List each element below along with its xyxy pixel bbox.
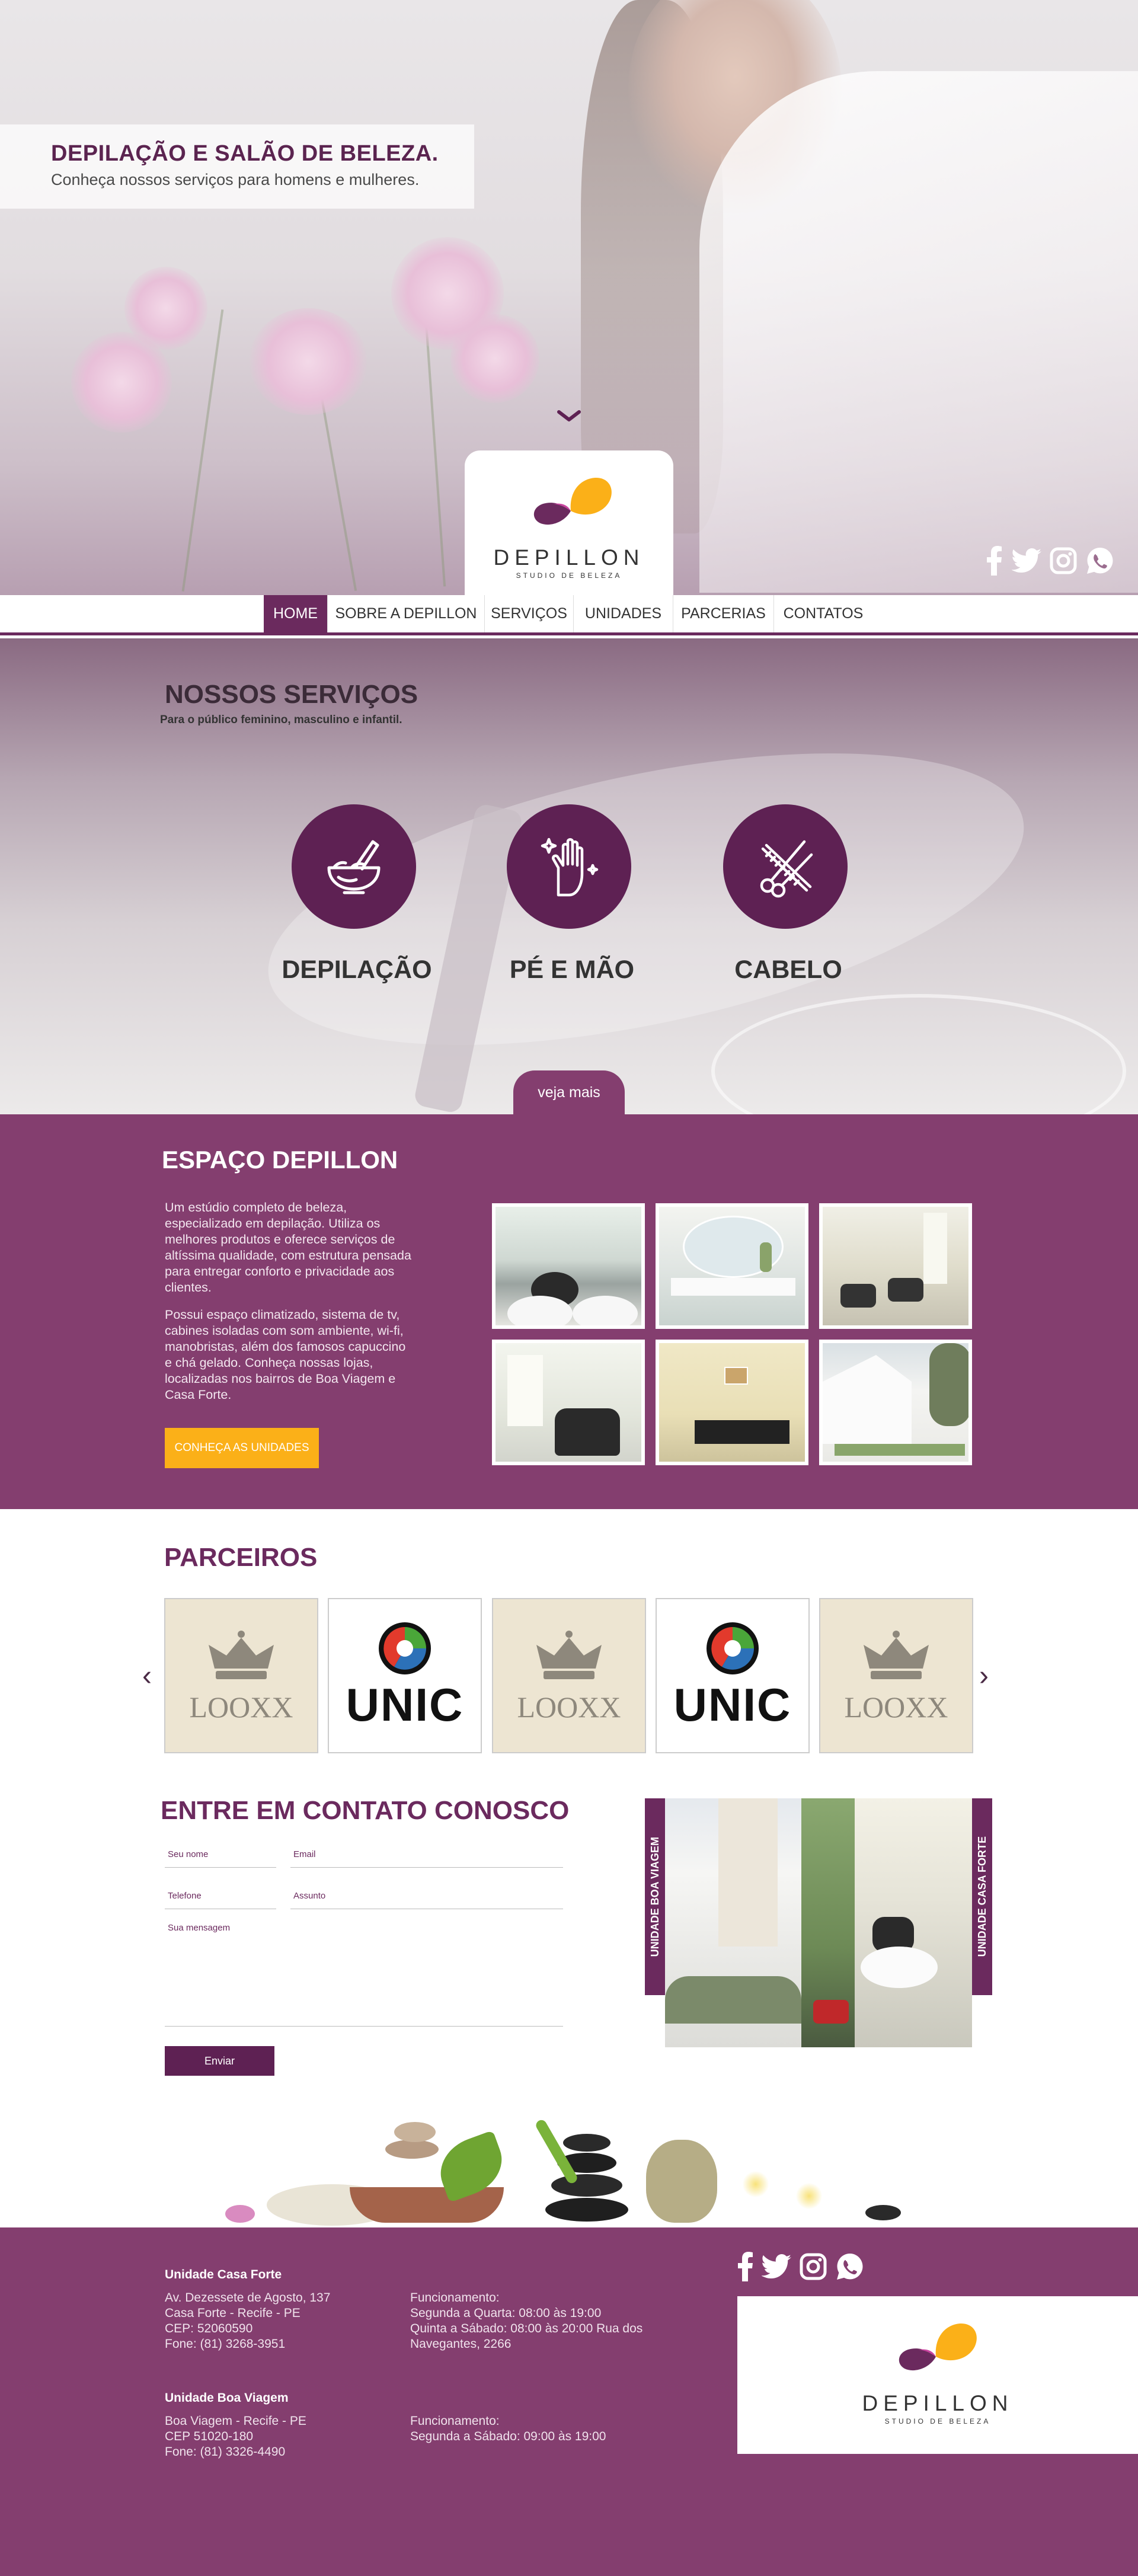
footer-boa-viagem-title: Unidade Boa Viagem [165, 2391, 289, 2405]
footer-casa-forte-title: Unidade Casa Forte [165, 2268, 282, 2281]
facebook-icon[interactable] [730, 2251, 761, 2282]
nav-item-contatos[interactable]: CONTATOS [774, 595, 872, 632]
partner-logo-unic[interactable]: UNIC [656, 1598, 810, 1753]
twitter-icon[interactable] [761, 2251, 792, 2282]
unic-logo-icon [707, 1622, 759, 1674]
phone-field[interactable]: Telefone [168, 1891, 202, 1901]
carousel-prev-button[interactable]: ‹ [142, 1660, 152, 1692]
partner-logo-looxx[interactable]: LOOXX [819, 1598, 973, 1753]
bowl-background [711, 994, 1126, 1114]
flower-blossom [124, 267, 207, 350]
whatsapp-icon[interactable] [835, 2251, 865, 2282]
service-pe-e-mao-button[interactable] [507, 804, 631, 929]
flower-stem [181, 309, 224, 592]
partner-name: LOOXX [517, 1690, 621, 1724]
send-button[interactable]: Enviar [165, 2046, 274, 2076]
carousel-next-button[interactable]: › [979, 1660, 989, 1692]
instagram-icon[interactable] [1048, 545, 1079, 576]
flower-blossom [450, 314, 539, 403]
unit-tab-label: UNIDADE CASA FORTE [976, 1836, 988, 1957]
email-field[interactable]: Email [293, 1849, 316, 1859]
service-label-depilacao: DEPILAÇÃO [282, 955, 432, 984]
spa-decoration [213, 2116, 925, 2229]
services-title: NOSSOS SERVIÇOS [165, 680, 418, 709]
boa-viagem-photo[interactable] [665, 1798, 801, 2047]
hero-caption-box [0, 124, 474, 209]
nav-item-home[interactable]: HOME [264, 595, 328, 632]
gallery-photo[interactable] [819, 1340, 972, 1465]
footer-brand-logo[interactable]: DEPILLON STUDIO DE BELEZA [737, 2296, 1138, 2454]
veja-mais-button[interactable]: veja mais [513, 1070, 625, 1114]
service-depilacao-button[interactable] [292, 804, 416, 929]
crown-icon [209, 1631, 274, 1679]
hero-title: DEPILAÇÃO E SALÃO DE BELEZA. [51, 141, 439, 166]
wax-bowl-icon [327, 840, 381, 894]
brand-name: DEPILLON [862, 2391, 1014, 2415]
unic-logo-icon [379, 1622, 431, 1674]
facebook-icon[interactable] [979, 545, 1010, 576]
main-navigation: HOME SOBRE A DEPILLON SERVIÇOS UNIDADES … [0, 595, 1138, 635]
gallery-photo[interactable] [819, 1203, 972, 1329]
brand-tagline: STUDIO DE BELEZA [516, 571, 622, 580]
gallery-photo[interactable] [656, 1340, 808, 1465]
partner-logo-unic[interactable]: UNIC [328, 1598, 482, 1753]
gallery-photo[interactable] [492, 1340, 645, 1465]
chevron-down-icon[interactable] [557, 409, 581, 423]
services-subtitle: Para o público feminino, masculino e inf… [160, 714, 402, 726]
unit-tab-boa-viagem[interactable]: UNIDADE BOA VIAGEM [645, 1798, 665, 1995]
gallery-photo[interactable] [656, 1203, 808, 1329]
espaco-title: ESPAÇO DEPILLON [162, 1146, 398, 1174]
scissors-comb-icon [760, 840, 813, 898]
crown-icon [864, 1631, 929, 1679]
message-field-underline [165, 2026, 563, 2027]
crown-icon [536, 1631, 602, 1679]
conheca-unidades-button[interactable]: CONHEÇA AS UNIDADES [165, 1428, 319, 1468]
casa-forte-photo[interactable] [855, 1798, 972, 2047]
brand-tagline: STUDIO DE BELEZA [884, 2417, 991, 2425]
partner-logo-looxx[interactable]: LOOXX [492, 1598, 646, 1753]
espaco-paragraph-1: Um estúdio completo de beleza, especiali… [165, 1200, 411, 1295]
name-field[interactable]: Seu nome [168, 1849, 208, 1859]
hero-banner: DEPILAÇÃO E SALÃO DE BELEZA. Conheça nos… [0, 0, 1138, 595]
footer-boa-viagem-hours: Funcionamento: Segunda a Sábado: 09:00 à… [410, 2414, 606, 2443]
service-label-pe-e-mao: PÉ E MÃO [509, 955, 635, 984]
nav-item-sobre[interactable]: SOBRE A DEPILLON [328, 595, 485, 632]
email-field-underline [290, 1867, 563, 1868]
subject-field[interactable]: Assunto [293, 1891, 325, 1901]
brand-logo-mark [533, 477, 612, 525]
hero-model-shirt [699, 71, 1138, 593]
service-label-cabelo: CABELO [734, 955, 842, 984]
partner-name: UNIC [673, 1678, 792, 1731]
nav-item-servicos[interactable]: SERVIÇOS [485, 595, 574, 632]
street-photo [801, 1798, 855, 2047]
name-field-underline [165, 1867, 276, 1868]
brand-logo[interactable]: DEPILLON STUDIO DE BELEZA [465, 450, 673, 595]
espaco-paragraph-2: Possui espaço climatizado, sistema de tv… [165, 1308, 406, 1402]
partners-title: PARCEIROS [164, 1543, 318, 1572]
brand-logo-mark [899, 2323, 977, 2371]
hero-subtitle: Conheça nossos serviços para homens e mu… [51, 171, 420, 188]
brand-name: DEPILLON [493, 545, 645, 570]
footer-boa-viagem-address: Boa Viagem - Recife - PE CEP 51020-180 F… [165, 2414, 306, 2459]
flower-blossom [249, 308, 367, 415]
partner-logo-looxx[interactable]: LOOXX [164, 1598, 318, 1753]
contact-title: ENTRE EM CONTATO CONOSCO [161, 1796, 570, 1825]
partner-name: UNIC [346, 1678, 464, 1731]
unit-tab-casa-forte[interactable]: UNIDADE CASA FORTE [972, 1798, 992, 1995]
partner-name: LOOXX [189, 1690, 293, 1724]
service-cabelo-button[interactable] [723, 804, 848, 929]
nav-item-parcerias[interactable]: PARCERIAS [673, 595, 774, 632]
nav-item-unidades[interactable]: UNIDADES [574, 595, 673, 632]
instagram-icon[interactable] [798, 2251, 829, 2282]
message-field[interactable]: Sua mensagem [168, 1923, 230, 1933]
twitter-icon[interactable] [1011, 545, 1042, 576]
footer-casa-forte-address: Av. Dezessete de Agosto, 137 Casa Forte … [165, 2291, 331, 2351]
whatsapp-icon[interactable] [1085, 545, 1115, 576]
footer-casa-forte-hours: Funcionamento: Segunda a Quarta: 08:00 à… [410, 2291, 643, 2351]
unit-tab-label: UNIDADE BOA VIAGEM [648, 1836, 661, 1957]
partner-name: LOOXX [844, 1690, 948, 1724]
hand-sparkle-icon [541, 838, 599, 897]
gallery-photo[interactable] [492, 1203, 645, 1329]
